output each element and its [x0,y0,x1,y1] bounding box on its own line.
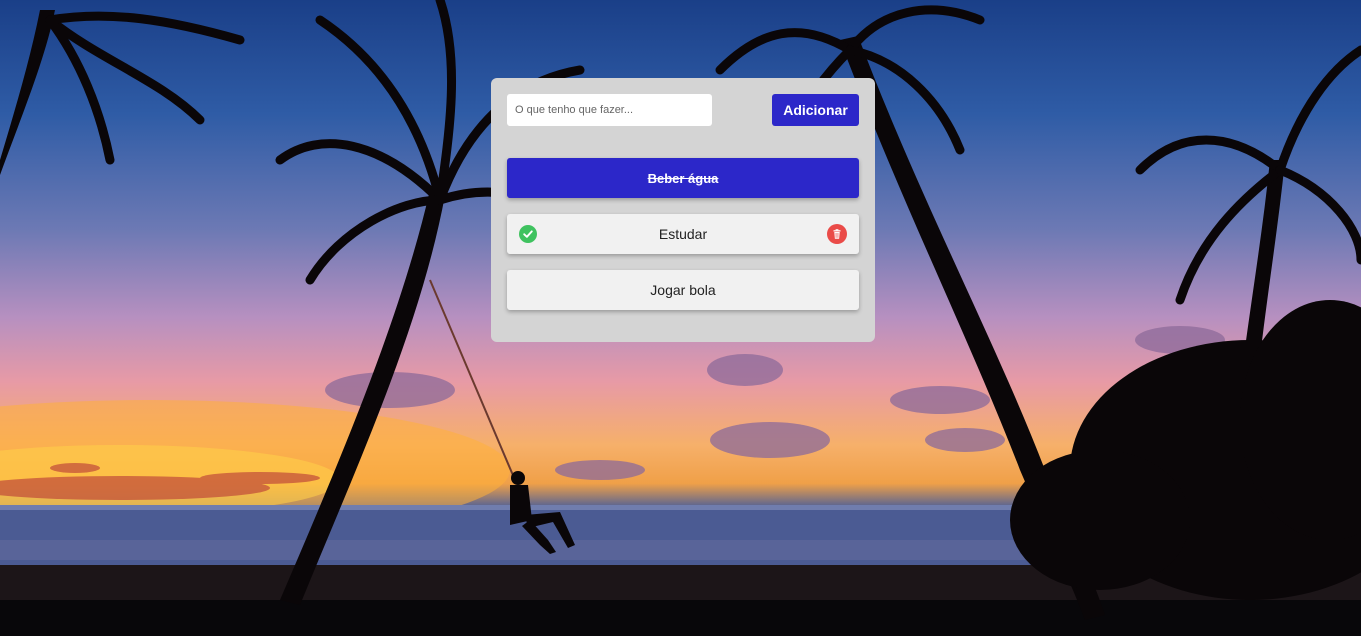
task-item[interactable]: Jogar bola [507,270,859,310]
task-label: Estudar [658,226,708,242]
task-input[interactable] [507,94,712,126]
todo-panel: Adicionar Beber água Estudar [491,78,875,342]
check-icon[interactable] [519,225,537,243]
task-item-completed[interactable]: Beber água [507,158,859,198]
app-background: Adicionar Beber água Estudar [0,0,1361,636]
task-label: Jogar bola [650,282,716,298]
checkmark-glyph [523,230,533,238]
trash-glyph [833,229,841,239]
task-label: Beber água [647,170,719,186]
trash-icon[interactable] [827,224,847,244]
task-item[interactable]: Estudar [507,214,859,254]
add-task-button[interactable]: Adicionar [772,94,859,126]
